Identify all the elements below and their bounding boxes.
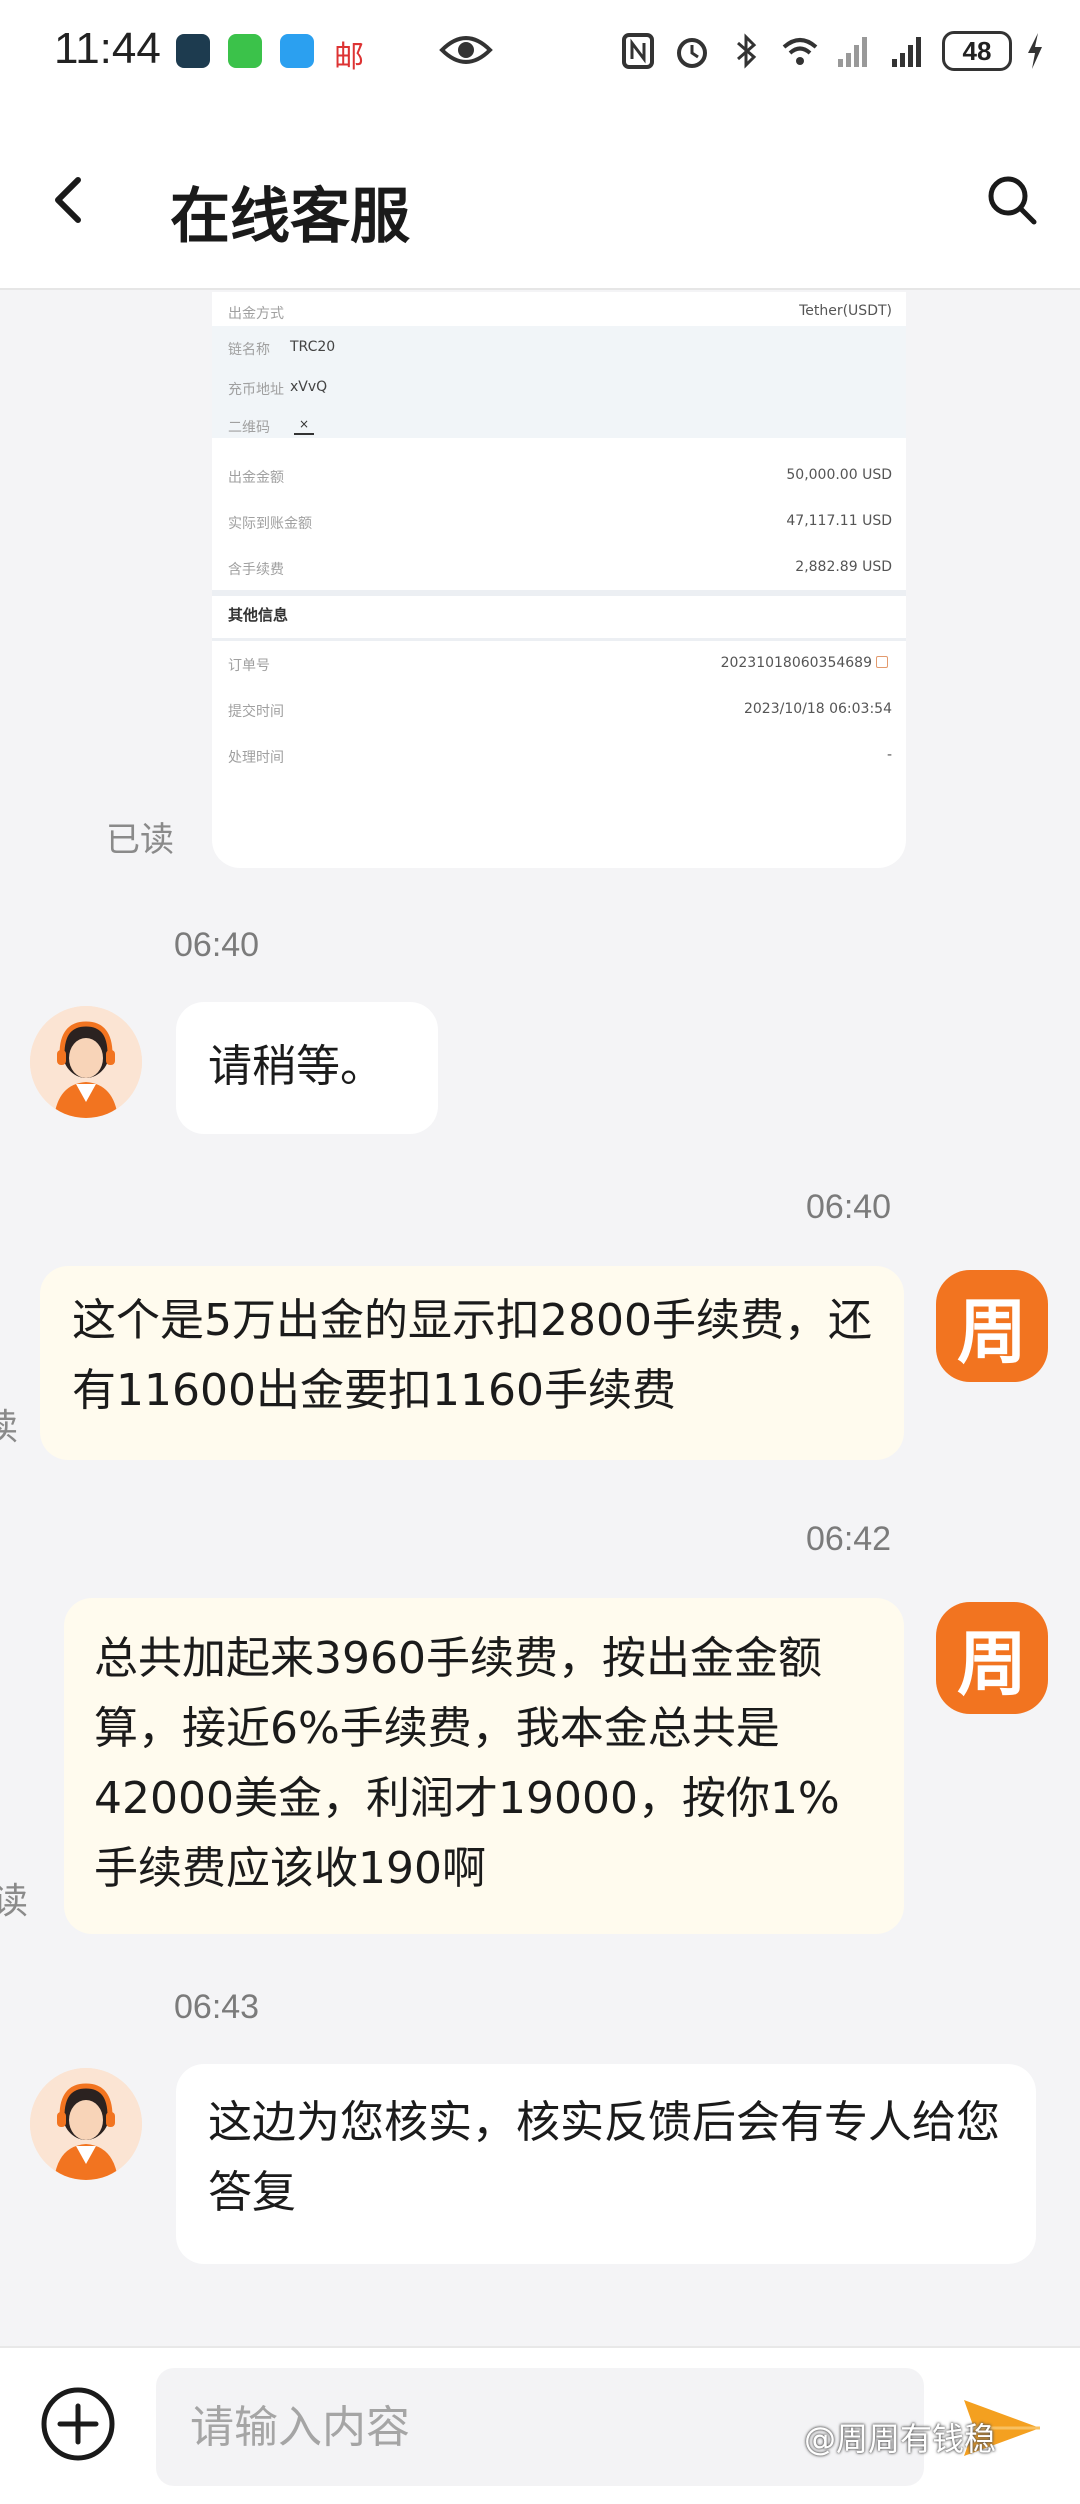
receipt-key: 订单号 [228, 658, 270, 674]
read-status: 已读 [106, 820, 174, 860]
receipt-row: 链名称 TRC20 [212, 328, 906, 368]
message-app-icon [280, 34, 314, 68]
receipt-value: TRC20 [290, 339, 336, 355]
agent-avatar[interactable] [30, 2068, 142, 2180]
receipt-image-message[interactable]: 出金方式 Tether(USDT) 链名称 TRC20 充币地址 xVvQ 二维… [212, 292, 906, 868]
battery-icon: 48 [942, 31, 1012, 71]
chat-messages[interactable]: 出金方式 Tether(USDT) 链名称 TRC20 充币地址 xVvQ 二维… [0, 292, 1080, 2346]
signal-icon [838, 37, 867, 67]
signal-icon-2 [892, 37, 921, 67]
search-button[interactable] [984, 172, 1040, 228]
agent-avatar[interactable] [30, 1006, 142, 1118]
wechat-icon [228, 34, 262, 68]
agent-avatar-icon [30, 2068, 142, 2180]
receipt-key: 处理时间 [228, 750, 284, 766]
receipt-value: 2,882.89 USD [795, 559, 892, 575]
app-header: 在线客服 [0, 100, 1080, 290]
receipt-divider [212, 590, 906, 596]
status-time: 11:44 [54, 24, 161, 73]
eye-icon [439, 36, 493, 64]
receipt-row: 含手续费 2,882.89 USD [212, 548, 906, 588]
charging-icon [1028, 33, 1042, 69]
status-icons: 48 [618, 28, 1044, 74]
read-status-cut: 读 [0, 1407, 19, 1448]
receipt-row: 订单号 20231018060354689 [212, 644, 906, 684]
mail-icon: 邮 [334, 40, 364, 75]
receipt-key: 出金方式 [228, 306, 284, 322]
message-time: 06:40 [174, 926, 260, 964]
back-button[interactable] [44, 170, 96, 230]
order-number: 20231018060354689 [720, 655, 872, 671]
message-time: 06:40 [806, 1188, 892, 1226]
user-avatar[interactable]: 周 [936, 1270, 1048, 1382]
receipt-key: 二维码 [228, 420, 270, 436]
receipt-key: 出金金额 [228, 470, 284, 486]
nfc-icon [622, 33, 654, 69]
receipt-row: 充币地址 xVvQ [212, 368, 906, 408]
wifi-icon [782, 38, 818, 65]
bluetooth-icon [737, 33, 757, 69]
receipt-section-title: 其他信息 [228, 606, 289, 624]
message-time: 06:43 [174, 1988, 260, 2026]
receipt-value: 50,000.00 USD [786, 467, 892, 483]
receipt-row: 实际到账金额 47,117.11 USD [212, 502, 906, 542]
read-status-cut: 读 [0, 1881, 29, 1922]
copy-icon[interactable] [876, 656, 888, 668]
receipt-value: xVvQ [290, 379, 328, 395]
receipt-value: 20231018060354689 [721, 655, 888, 671]
message-time: 06:42 [806, 1520, 892, 1558]
receipt-row: 提交时间 2023/10/18 06:03:54 [212, 690, 906, 730]
watermark: @周周有钱稳 [804, 2420, 997, 2458]
agent-message-bubble[interactable]: 这边为您核实，核实反馈后会有专人给您答复 [176, 2064, 1036, 2264]
agent-message-bubble[interactable]: 请稍等。 [176, 1002, 438, 1134]
alarm-icon [677, 38, 707, 68]
page-title: 在线客服 [170, 182, 410, 252]
receipt-row: 二维码 × [212, 406, 906, 446]
receipt-key: 链名称 [228, 342, 270, 358]
receipt-row: 处理时间 - [212, 736, 906, 776]
status-bar: 11:44 邮 48 [0, 0, 1080, 100]
qr-code-thumbnail[interactable]: × [294, 417, 314, 435]
receipt-value: 47,117.11 USD [786, 513, 892, 529]
receipt-value: 2023/10/18 06:03:54 [743, 701, 892, 717]
receipt-divider [212, 638, 906, 641]
receipt-row: 出金金额 50,000.00 USD [212, 456, 906, 496]
user-message-bubble[interactable]: 总共加起来3960手续费，按出金金额算，接近6%手续费，我本金总共是42000美… [64, 1598, 904, 1934]
add-attachment-button[interactable] [38, 2384, 118, 2464]
receipt-key: 含手续费 [228, 562, 284, 578]
user-message-bubble[interactable]: 这个是5万出金的显示扣2800手续费，还有11600出金要扣1160手续费 [40, 1266, 904, 1460]
receipt-value: Tether(USDT) [799, 303, 892, 319]
user-avatar[interactable]: 周 [936, 1602, 1048, 1714]
app-notification-icon [176, 34, 210, 68]
receipt-value: - [886, 747, 892, 763]
receipt-key: 提交时间 [228, 704, 284, 720]
agent-avatar-icon [30, 1006, 142, 1118]
receipt-key: 充币地址 [228, 382, 284, 398]
receipt-key: 实际到账金额 [228, 516, 312, 532]
